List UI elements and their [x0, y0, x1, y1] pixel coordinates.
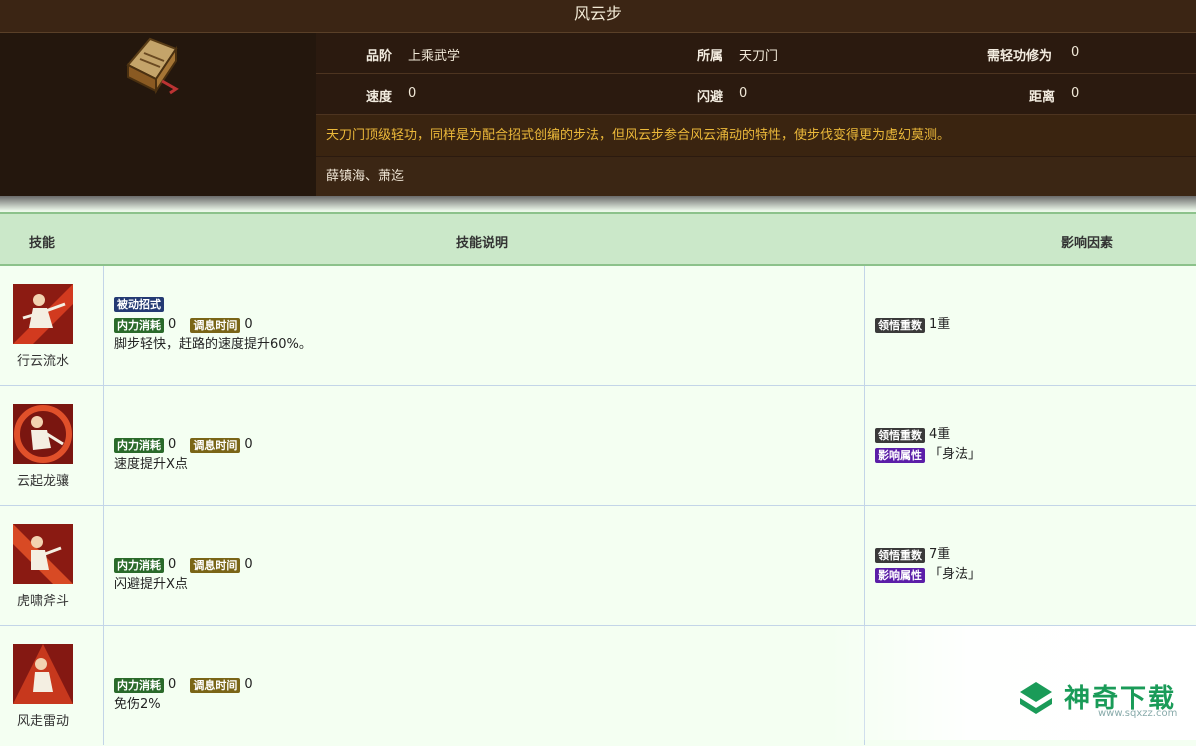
- skill-title: 风云步: [0, 0, 1196, 33]
- grade-label: 品阶: [366, 49, 393, 64]
- book-icon: [126, 37, 179, 95]
- cooldown-value: 0: [244, 557, 253, 572]
- cooldown-tag: 调息时间: [190, 677, 241, 693]
- mp-value: 0: [168, 677, 177, 692]
- cooldown-value: 0: [244, 677, 253, 692]
- distance-value: 0: [1071, 86, 1080, 101]
- skill-effect: 免伤2%: [114, 697, 161, 712]
- skill-effect: 脚步轻快，赶路的速度提升60%。: [114, 337, 312, 352]
- watermark-logo-icon: [1020, 682, 1052, 714]
- attribute-tag: 影响属性: [875, 567, 925, 583]
- attribute-value: 「身法」: [929, 567, 982, 582]
- skill-info-panel: 品阶 上乘武学 所属 天刀门 需轻功修为 0 速度 0 闪避 0 距离 0 天刀…: [0, 33, 1196, 196]
- cooldown-value: 0: [244, 437, 253, 452]
- speed-value: 0: [408, 86, 417, 101]
- cooldown-value: 0: [244, 317, 253, 332]
- req-value: 0: [1071, 45, 1080, 60]
- comprehend-value: 1重: [929, 317, 951, 332]
- sect-label: 所属: [697, 49, 724, 64]
- skill-description: 天刀门顶级轻功，同样是为配合招式创编的步法，但风云步参合风云涌动的特性，使步伐变…: [316, 115, 1196, 156]
- skill-name: 虎啸斧斗: [16, 594, 69, 609]
- speed-label: 速度: [366, 90, 393, 105]
- cooldown-tag: 调息时间: [190, 437, 241, 453]
- col-desc-header: 技能说明: [456, 236, 509, 251]
- col-skill-header: 技能: [29, 236, 56, 251]
- col-factor-header: 影响因素: [1061, 236, 1114, 251]
- skill-name: 云起龙骧: [16, 474, 69, 489]
- req-label: 需轻功修为: [987, 49, 1053, 64]
- info-row-1: 品阶 上乘武学 所属 天刀门 需轻功修为 0: [316, 33, 1196, 74]
- skill-effect: 闪避提升X点: [114, 577, 188, 592]
- comprehend-value: 4重: [929, 427, 951, 442]
- passive-tag: 被动招式: [114, 297, 164, 312]
- skill-authors: 薛镇海、萧迄: [316, 157, 1196, 196]
- mp-tag: 内力消耗: [114, 557, 164, 573]
- cooldown-tag: 调息时间: [190, 317, 241, 333]
- skill-name: 风走雷动: [16, 714, 69, 729]
- skill-1-icon: [13, 284, 73, 344]
- skill-effect: 速度提升X点: [114, 457, 188, 472]
- distance-label: 距离: [1029, 90, 1056, 105]
- sect-value: 天刀门: [739, 49, 779, 64]
- table-header: 技能 技能说明 影响因素: [0, 214, 1196, 266]
- skill-name: 行云流水: [16, 354, 69, 369]
- comprehend-tag: 领悟重数: [875, 547, 925, 563]
- book-icon-box: [0, 33, 316, 196]
- grade-value: 上乘武学: [408, 49, 461, 64]
- table-row: 行云流水 被动招式 内力消耗 0 调息时间 0 脚步轻快，赶路的速度提升60%。 领…: [0, 266, 1196, 386]
- skill-2-icon: [13, 404, 73, 464]
- mp-tag: 内力消耗: [114, 437, 164, 453]
- comprehend-value: 7重: [929, 547, 951, 562]
- comprehend-tag: 领悟重数: [875, 317, 925, 333]
- table-row: 云起龙骧 内力消耗 0 调息时间 0 速度提升X点 领悟重数 4重 影响属性 「身法」: [0, 386, 1196, 506]
- attribute-tag: 影响属性: [875, 447, 925, 463]
- mp-tag: 内力消耗: [114, 677, 164, 693]
- mp-tag: 内力消耗: [114, 317, 164, 333]
- table-row: 虎啸斧斗 内力消耗 0 调息时间 0 闪避提升X点 领悟重数 7重 影响属性 「身法」: [0, 506, 1196, 626]
- mp-value: 0: [168, 317, 177, 332]
- watermark-url: www.sqxzz.com: [1098, 708, 1178, 719]
- dodge-label: 闪避: [697, 90, 724, 105]
- cooldown-tag: 调息时间: [190, 557, 241, 573]
- dodge-value: 0: [739, 86, 748, 101]
- attribute-value: 「身法」: [929, 447, 982, 462]
- info-row-2: 速度 0 闪避 0 距离 0: [316, 74, 1196, 115]
- skill-3-icon: [13, 524, 73, 584]
- mp-value: 0: [168, 557, 177, 572]
- mp-value: 0: [168, 437, 177, 452]
- comprehend-tag: 领悟重数: [875, 427, 925, 443]
- skill-4-icon: [13, 644, 73, 704]
